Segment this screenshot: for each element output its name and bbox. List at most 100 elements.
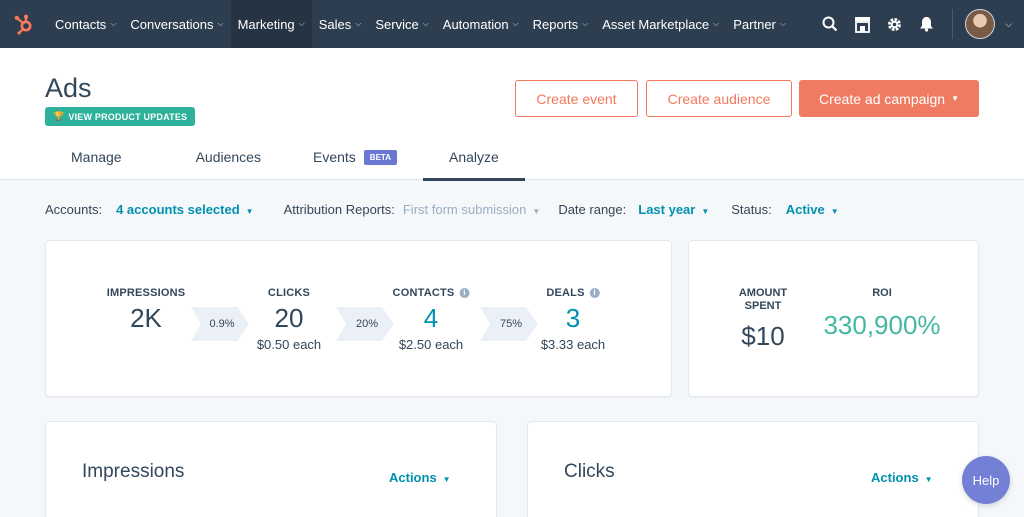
- attribution-value: First form submission: [402, 202, 527, 217]
- date-range-dropdown[interactable]: Last year ▼: [638, 202, 709, 217]
- amount-spent-value: $10: [741, 321, 785, 351]
- caret-down-icon: ▼: [701, 207, 710, 216]
- deals-value[interactable]: 3: [541, 304, 605, 332]
- view-product-updates-button[interactable]: 🏆 VIEW PRODUCT UPDATES: [45, 107, 196, 126]
- marketplace-icon[interactable]: [846, 0, 878, 48]
- chevron-down-icon: ⌵: [217, 19, 224, 28]
- conversion-rate: 75%: [499, 318, 523, 330]
- conversion-rate: 20%: [355, 318, 379, 330]
- chevron-down-icon[interactable]: ⌵: [1005, 19, 1012, 30]
- contacts-cost: $2.50 each: [398, 337, 464, 352]
- deals-metric: DEALS i 3 $3.33 each: [541, 287, 605, 352]
- status-dropdown[interactable]: Active ▼: [786, 202, 839, 217]
- impressions-card-title: Impressions: [82, 461, 185, 482]
- search-icon[interactable]: [814, 0, 846, 48]
- beta-badge: BETA: [363, 150, 397, 165]
- help-button[interactable]: Help: [962, 456, 1010, 504]
- accounts-value: 4 accounts selected: [116, 202, 240, 217]
- trophy-icon: 🏆: [53, 111, 65, 121]
- clicks-card-title: Clicks: [564, 461, 615, 482]
- roi-label: ROI: [872, 287, 892, 299]
- hubspot-logo-icon[interactable]: [0, 0, 48, 48]
- contacts-label: CONTACTS: [392, 287, 455, 299]
- conversion-arrow: 75%: [480, 307, 538, 341]
- amount-spent-label-line-1: AMOUNT: [738, 287, 788, 299]
- attribution-dropdown[interactable]: First form submission ▼: [403, 202, 540, 217]
- contacts-label-row: CONTACTS i: [393, 287, 470, 299]
- tab-audiences[interactable]: Audiences: [148, 140, 287, 180]
- tab-events[interactable]: Events BETA: [287, 140, 423, 180]
- impressions-actions-dropdown[interactable]: Actions ▼: [389, 470, 451, 485]
- product-updates-label: VIEW PRODUCT UPDATES: [68, 111, 188, 122]
- status-label: Status:: [731, 202, 772, 217]
- nav-contacts[interactable]: Contacts ⌵: [48, 0, 123, 48]
- clicks-label: CLICKS: [267, 287, 311, 299]
- actions-label: Actions: [389, 470, 437, 485]
- tab-label: Analyze: [448, 149, 499, 165]
- status-value: Active: [785, 202, 825, 217]
- accounts-dropdown[interactable]: 4 accounts selected ▼: [116, 202, 253, 217]
- clicks-card: Clicks Actions ▼: [527, 421, 979, 517]
- avatar[interactable]: [965, 9, 996, 39]
- chevron-down-icon: ⌵: [779, 19, 786, 28]
- nav-sales[interactable]: Sales ⌵: [312, 0, 369, 48]
- nav-divider: [952, 9, 954, 39]
- nav-label: Conversations: [130, 16, 214, 32]
- nav-conversations[interactable]: Conversations ⌵: [123, 0, 230, 48]
- chevron-down-icon: ⌵: [298, 19, 305, 28]
- attribution-label: Attribution Reports:: [283, 202, 395, 217]
- impressions-label: IMPRESSIONS: [106, 287, 186, 299]
- conversion-arrow: 20%: [336, 307, 394, 341]
- caret-down-icon: ▼: [245, 207, 254, 216]
- contacts-value[interactable]: 4: [393, 304, 470, 332]
- accounts-label: Accounts:: [45, 202, 103, 217]
- clicks-actions-dropdown[interactable]: Actions ▼: [871, 470, 933, 485]
- clicks-cost: $0.50 each: [256, 337, 322, 352]
- page-title: Ads: [45, 73, 92, 103]
- tab-label: Manage: [71, 149, 122, 165]
- tab-label: Events: [312, 149, 356, 165]
- filter-bar: Accounts: 4 accounts selected ▼ Attributi…: [45, 202, 869, 217]
- info-icon[interactable]: i: [459, 288, 470, 298]
- nav-reports[interactable]: Reports ⌵: [526, 0, 596, 48]
- gear-icon[interactable]: [878, 0, 910, 48]
- conversion-arrow: 0.9%: [191, 307, 249, 341]
- create-event-button[interactable]: Create event: [515, 80, 638, 117]
- nav-label: Reports: [532, 16, 579, 32]
- conversion-rate: 0.9%: [209, 318, 235, 330]
- deals-label: DEALS: [546, 287, 585, 299]
- chevron-down-icon: ⌵: [110, 19, 117, 28]
- deals-label-row: DEALS i: [541, 287, 605, 299]
- nav-service[interactable]: Service ⌵: [368, 0, 435, 48]
- impressions-value: 2K: [130, 303, 162, 333]
- chevron-down-icon: ⌵: [355, 19, 362, 28]
- nav-label: Asset Marketplace: [602, 16, 710, 32]
- nav-label: Contacts: [55, 16, 107, 32]
- page-header: Ads 🏆 VIEW PRODUCT UPDATES Create event …: [0, 48, 1024, 181]
- roi-metric: ROI 330,900%: [823, 287, 940, 341]
- create-audience-button[interactable]: Create audience: [646, 80, 792, 117]
- tab-manage[interactable]: Manage: [45, 140, 148, 180]
- actions-label: Actions: [871, 470, 919, 485]
- nav-partner[interactable]: Partner ⌵: [726, 0, 793, 48]
- nav-asset-marketplace[interactable]: Asset Marketplace ⌵: [595, 0, 726, 48]
- info-icon[interactable]: i: [589, 288, 600, 298]
- tab-bar: Manage Audiences Events BETA Analyze: [45, 140, 525, 181]
- create-ad-campaign-button[interactable]: Create ad campaign ▼: [799, 80, 979, 117]
- impressions-card: Impressions Actions ▼: [45, 421, 497, 517]
- clicks-metric: CLICKS 20 $0.50 each: [257, 287, 321, 352]
- bell-icon[interactable]: [910, 0, 942, 48]
- funnel-card: IMPRESSIONS 2K 0.9% CLICKS 20 $0.50 each…: [45, 240, 672, 397]
- tab-analyze[interactable]: Analyze: [422, 140, 525, 181]
- amount-spent-metric: AMOUNT SPENT $10: [739, 287, 787, 352]
- roi-value: 330,900%: [823, 310, 941, 340]
- chevron-down-icon: ⌵: [582, 19, 589, 28]
- chevron-down-icon: ⌵: [422, 19, 429, 28]
- caret-down-icon: ▼: [532, 207, 541, 216]
- nav-marketing[interactable]: Marketing ⌵: [230, 0, 312, 48]
- date-range-value: Last year: [638, 202, 696, 217]
- nav-label: Partner: [733, 16, 776, 32]
- nav-automation[interactable]: Automation ⌵: [436, 0, 526, 48]
- summary-card: AMOUNT SPENT $10 ROI 330,900%: [688, 240, 979, 397]
- clicks-value: 20: [274, 303, 304, 333]
